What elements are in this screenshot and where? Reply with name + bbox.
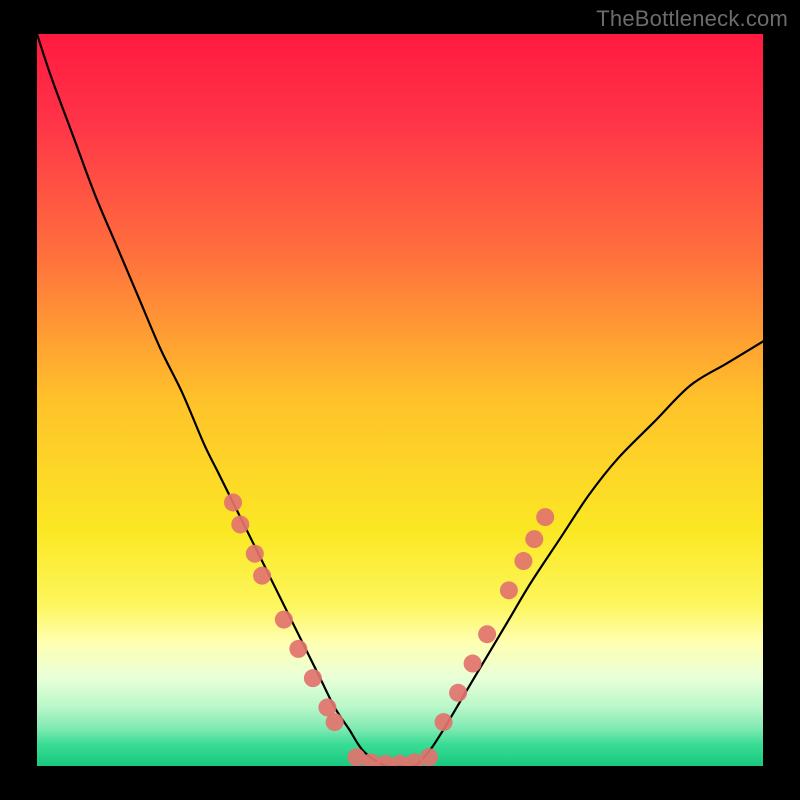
data-point <box>514 552 532 570</box>
data-point <box>289 640 307 658</box>
data-point <box>435 713 453 731</box>
data-point <box>500 581 518 599</box>
data-point <box>449 684 467 702</box>
data-point <box>253 567 271 585</box>
data-point <box>478 625 496 643</box>
data-point <box>420 748 438 766</box>
data-point <box>231 515 249 533</box>
data-point <box>525 530 543 548</box>
data-point <box>464 655 482 673</box>
data-point <box>304 669 322 687</box>
data-point <box>326 713 344 731</box>
chart-frame: TheBottleneck.com <box>0 0 800 800</box>
data-point <box>246 545 264 563</box>
data-point <box>224 493 242 511</box>
gradient-background <box>37 34 763 766</box>
watermark-text: TheBottleneck.com <box>596 6 788 32</box>
data-point <box>275 611 293 629</box>
bottleneck-chart <box>37 34 763 766</box>
data-point <box>536 508 554 526</box>
